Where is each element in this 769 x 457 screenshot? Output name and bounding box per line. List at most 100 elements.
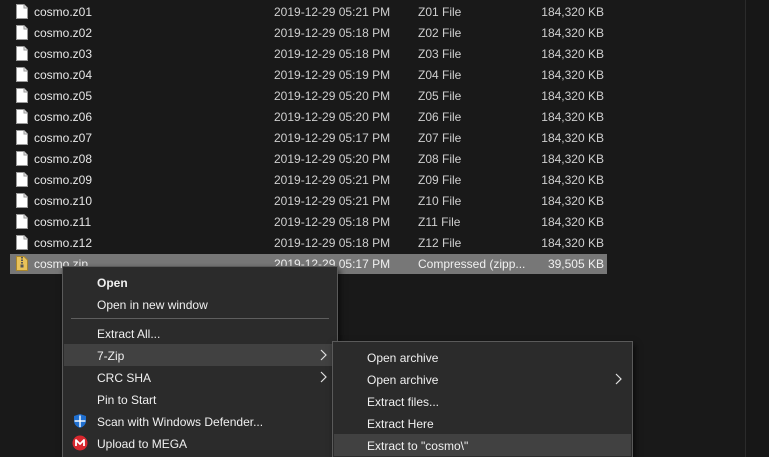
menu-item-extract-all[interactable]: Extract All... xyxy=(64,322,336,344)
file-size: 184,320 KB xyxy=(541,47,604,61)
file-icon xyxy=(16,193,28,208)
menu-item-pin-to-start[interactable]: Pin to Start xyxy=(64,388,336,410)
file-date-modified: 2019-12-29 05:21 PM xyxy=(274,194,391,208)
menu-item-label: Extract files... xyxy=(367,395,440,409)
file-date-modified: 2019-12-29 05:18 PM xyxy=(274,47,391,61)
file-date-modified: 2019-12-29 05:21 PM xyxy=(274,5,391,19)
file-name: cosmo.z04 xyxy=(34,68,93,82)
file-size: 184,320 KB xyxy=(541,26,604,40)
file-name: cosmo.z01 xyxy=(34,5,93,19)
file-row[interactable]: cosmo.z07 2019-12-29 05:17 PM Z07 File 184,… xyxy=(10,128,607,148)
chevron-right-icon xyxy=(615,373,622,385)
file-row[interactable]: cosmo.z01 2019-12-29 05:21 PM Z01 File 184,… xyxy=(10,2,607,22)
menu-item-label: Open in new window xyxy=(97,298,208,312)
submenu-item-extract-to[interactable]: Extract to "cosmo\" xyxy=(334,434,631,456)
submenu-item-extract-files[interactable]: Extract files... xyxy=(334,390,631,412)
file-type: Z08 File xyxy=(418,152,462,166)
file-type: Z12 File xyxy=(418,236,462,250)
file-type: Z02 File xyxy=(418,26,462,40)
file-type: Z07 File xyxy=(418,131,462,145)
file-row[interactable]: cosmo.z03 2019-12-29 05:18 PM Z03 File 184,… xyxy=(10,44,607,64)
file-icon xyxy=(16,235,28,250)
menu-item-label: Upload to MEGA xyxy=(97,437,188,451)
file-icon xyxy=(16,4,28,19)
menu-item-label: Open xyxy=(97,276,128,290)
menu-item-label: Extract All... xyxy=(97,327,161,341)
file-name: cosmo.z12 xyxy=(34,236,93,250)
file-date-modified: 2019-12-29 05:19 PM xyxy=(274,68,391,82)
file-icon xyxy=(16,46,28,61)
context-menu: Open Open in new window Extract All... 7… xyxy=(62,266,338,457)
file-type: Z10 File xyxy=(418,194,462,208)
file-size: 184,320 KB xyxy=(541,131,604,145)
chevron-right-icon xyxy=(320,349,327,361)
file-row[interactable]: cosmo.z08 2019-12-29 05:20 PM Z08 File 184,… xyxy=(10,149,607,169)
file-row[interactable]: cosmo.z05 2019-12-29 05:20 PM Z05 File 184,… xyxy=(10,86,607,106)
file-date-modified: 2019-12-29 05:18 PM xyxy=(274,26,391,40)
file-date-modified: 2019-12-29 05:20 PM xyxy=(274,110,391,124)
file-row[interactable]: cosmo.z06 2019-12-29 05:20 PM Z06 File 184,… xyxy=(10,107,607,127)
file-icon xyxy=(16,151,28,166)
file-size: 184,320 KB xyxy=(541,5,604,19)
file-name: cosmo.z11 xyxy=(34,215,92,229)
menu-item-label: Pin to Start xyxy=(97,393,157,407)
menu-item-label: Extract Here xyxy=(367,417,434,431)
file-icon xyxy=(16,88,28,103)
file-row[interactable]: cosmo.z12 2019-12-29 05:18 PM Z12 File 184,… xyxy=(10,233,607,253)
menu-item-upload-mega[interactable]: Upload to MEGA xyxy=(64,432,336,454)
file-date-modified: 2019-12-29 05:20 PM xyxy=(274,89,391,103)
chevron-right-icon xyxy=(320,371,327,383)
file-size: 184,320 KB xyxy=(541,236,604,250)
menu-item-open[interactable]: Open xyxy=(64,271,336,293)
file-row[interactable]: cosmo.z04 2019-12-29 05:19 PM Z04 File 184,… xyxy=(10,65,607,85)
menu-item-open-new-window[interactable]: Open in new window xyxy=(64,293,336,315)
scrollbar-track[interactable] xyxy=(746,0,769,457)
file-type: Z01 File xyxy=(418,5,462,19)
file-date-modified: 2019-12-29 05:18 PM xyxy=(274,236,391,250)
file-size: 184,320 KB xyxy=(541,110,604,124)
submenu-item-open-archive-more[interactable]: Open archive xyxy=(334,368,631,390)
menu-separator xyxy=(71,318,329,319)
explorer-window: cosmo.z01 2019-12-29 05:21 PM Z01 File 184,… xyxy=(0,0,769,457)
file-date-modified: 2019-12-29 05:21 PM xyxy=(274,173,391,187)
file-row[interactable]: cosmo.z02 2019-12-29 05:18 PM Z02 File 184,… xyxy=(10,23,607,43)
file-size: 184,320 KB xyxy=(541,89,604,103)
file-row[interactable]: cosmo.z11 2019-12-29 05:18 PM Z11 File 184,… xyxy=(10,212,607,232)
file-size: 39,505 KB xyxy=(547,257,604,271)
file-name: cosmo.z02 xyxy=(34,26,93,40)
menu-item-label: Scan with Windows Defender... xyxy=(97,415,264,429)
file-icon xyxy=(16,214,28,229)
file-size: 184,320 KB xyxy=(541,194,604,208)
file-size: 184,320 KB xyxy=(541,215,604,229)
file-size: 184,320 KB xyxy=(541,173,604,187)
file-icon xyxy=(16,67,28,82)
file-type: Z06 File xyxy=(418,110,462,124)
windows-defender-shield-icon xyxy=(74,414,86,428)
menu-item-label: Open archive xyxy=(367,373,439,387)
7zip-submenu: Open archive Open archive Extract files.… xyxy=(332,341,633,457)
menu-item-scan-defender[interactable]: Scan with Windows Defender... xyxy=(64,410,336,432)
zip-folder-icon xyxy=(16,256,28,271)
file-size: 184,320 KB xyxy=(541,68,604,82)
menu-item-crc-sha[interactable]: CRC SHA xyxy=(64,366,336,388)
file-icon xyxy=(16,130,28,145)
file-date-modified: 2019-12-29 05:20 PM xyxy=(274,152,391,166)
file-type: Compressed (zipp... xyxy=(418,257,526,271)
file-type: Z09 File xyxy=(418,173,462,187)
file-name: cosmo.z10 xyxy=(34,194,93,208)
submenu-item-open-archive[interactable]: Open archive xyxy=(334,346,631,368)
file-icon xyxy=(16,109,28,124)
menu-item-label: CRC SHA xyxy=(97,371,152,385)
file-date-modified: 2019-12-29 05:17 PM xyxy=(274,131,391,145)
file-row[interactable]: cosmo.z10 2019-12-29 05:21 PM Z10 File 184,… xyxy=(10,191,607,211)
file-icon xyxy=(16,172,28,187)
file-name: cosmo.z08 xyxy=(34,152,93,166)
file-type: Z04 File xyxy=(418,68,462,82)
menu-item-label: Open archive xyxy=(367,351,439,365)
file-type: Z03 File xyxy=(418,47,462,61)
file-row[interactable]: cosmo.z09 2019-12-29 05:21 PM Z09 File 184,… xyxy=(10,170,607,190)
submenu-item-extract-here[interactable]: Extract Here xyxy=(334,412,631,434)
menu-item-7zip[interactable]: 7-Zip xyxy=(64,344,336,366)
file-name: cosmo.z05 xyxy=(34,89,93,103)
file-name: cosmo.z07 xyxy=(34,131,93,145)
